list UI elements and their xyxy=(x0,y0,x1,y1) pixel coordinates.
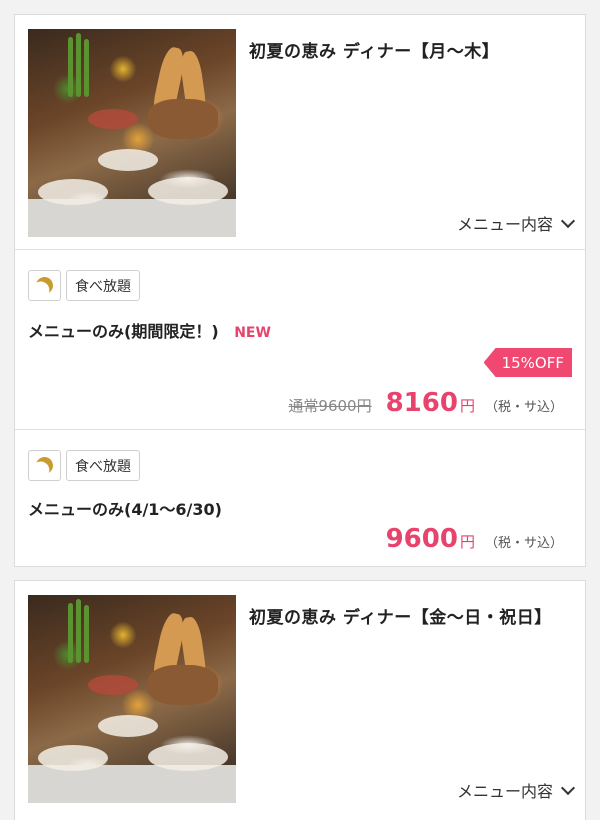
chevron-down-icon xyxy=(560,780,576,795)
plan-tags: 食べ放題 xyxy=(28,450,140,481)
menu-content-toggle[interactable]: メニュー内容 xyxy=(456,211,576,235)
dinner-tag xyxy=(28,270,61,301)
moon-icon xyxy=(34,275,56,297)
course-card: 初夏の恵み ディナー【金〜日・祝日】 メニュー内容 xyxy=(14,580,586,820)
new-badge: NEW xyxy=(234,325,271,341)
menu-toggle-label: メニュー内容 xyxy=(456,782,553,801)
all-you-can-eat-tag: 食べ放題 xyxy=(66,450,140,481)
course-photo[interactable] xyxy=(28,29,236,237)
plan-item[interactable]: 食べ放題 メニューのみ(期間限定！) NEW 15%OFF 通常9600円 81… xyxy=(15,250,585,430)
plan-name: メニューのみ(期間限定！) xyxy=(28,322,219,341)
discount-badge: 15%OFF xyxy=(483,348,572,377)
course-title: 初夏の恵み ディナー【金〜日・祝日】 xyxy=(249,608,552,628)
plan-item[interactable]: 食べ放題 メニューのみ(4/1〜6/30) 9600 円 （税・サ込） xyxy=(15,430,585,566)
course-title: 初夏の恵み ディナー【月〜木】 xyxy=(249,42,500,62)
plan-tags: 食べ放題 xyxy=(28,270,140,301)
plan-name-row: メニューのみ(期間限定！) NEW xyxy=(28,318,271,342)
price-row: 通常9600円 8160 円 （税・サ込） xyxy=(288,388,563,418)
all-you-can-eat-tag: 食べ放題 xyxy=(66,270,140,301)
price-row: 9600 円 （税・サ込） xyxy=(386,524,563,554)
menu-content-toggle[interactable]: メニュー内容 xyxy=(456,778,576,802)
price-unit: 円 xyxy=(459,397,475,415)
tax-note: （税・サ込） xyxy=(484,536,563,551)
moon-icon xyxy=(34,455,56,477)
price-value: 8160 xyxy=(385,388,458,418)
price-value: 9600 xyxy=(385,524,458,554)
course-card: 初夏の恵み ディナー【月〜木】 メニュー内容 食べ放題 メニューのみ(期間限定！… xyxy=(14,14,586,567)
regular-price: 通常9600円 xyxy=(288,397,372,415)
price-unit: 円 xyxy=(459,533,475,551)
plan-name: メニューのみ(4/1〜6/30) xyxy=(28,500,222,519)
chevron-down-icon xyxy=(560,213,576,228)
menu-toggle-label: メニュー内容 xyxy=(456,215,553,234)
tax-note: （税・サ込） xyxy=(484,400,563,415)
dinner-tag xyxy=(28,450,61,481)
course-header: 初夏の恵み ディナー【月〜木】 メニュー内容 xyxy=(15,15,585,250)
course-header: 初夏の恵み ディナー【金〜日・祝日】 メニュー内容 xyxy=(15,581,585,816)
course-photo[interactable] xyxy=(28,595,236,803)
